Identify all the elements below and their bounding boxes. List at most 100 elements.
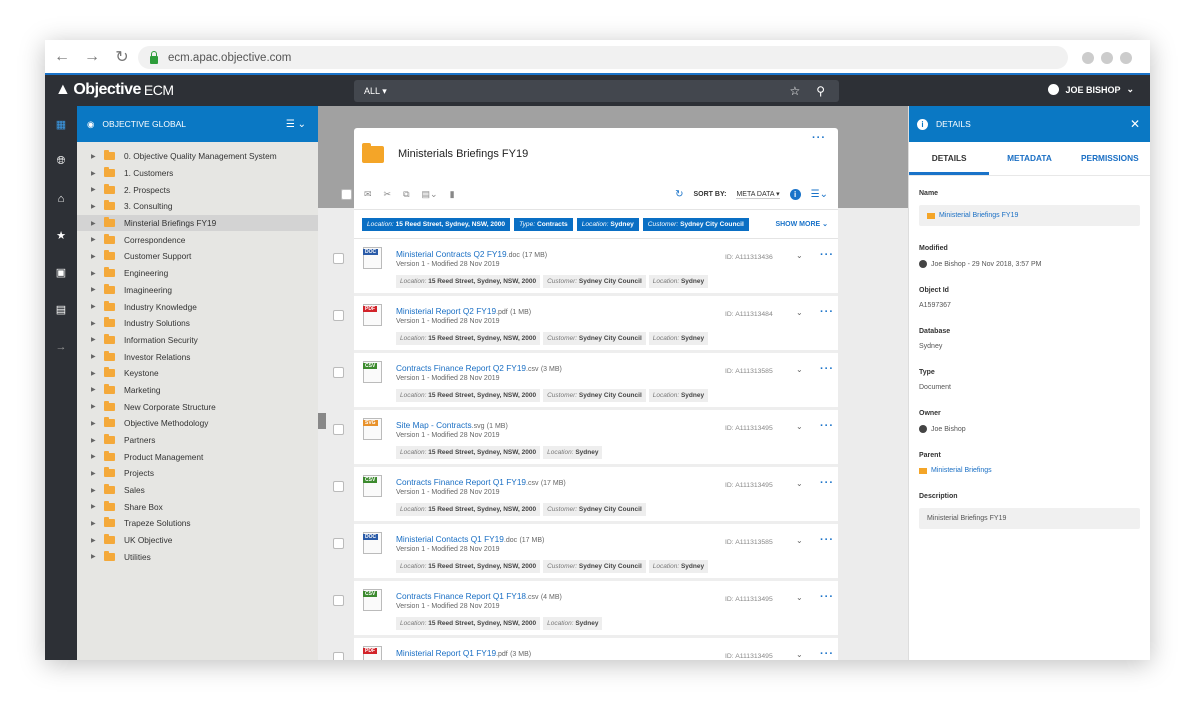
expand-arrow-icon[interactable]: ▶ <box>91 386 104 393</box>
metadata-chip[interactable]: Location: Sydney <box>543 617 603 630</box>
row-checkbox[interactable] <box>333 652 344 660</box>
copy-icon[interactable]: ⧉ <box>403 189 409 200</box>
file-name-link[interactable]: Contracts Finance Report Q2 FY19.csv (3 … <box>396 363 562 373</box>
search-doc-icon[interactable]: ▤ <box>45 291 77 328</box>
more-icon[interactable]: ··· <box>820 648 834 660</box>
tree-item[interactable]: ▶ Trapeze Solutions <box>77 515 318 532</box>
logo[interactable]: ▲ Objective ECM <box>55 81 174 99</box>
expand-arrow-icon[interactable]: ▶ <box>91 537 104 544</box>
expand-arrow-icon[interactable]: ▶ <box>91 303 104 310</box>
filter-chip[interactable]: Type: Contracts <box>514 217 573 231</box>
paste-icon[interactable]: ▤⌄ <box>422 189 438 200</box>
forward-icon[interactable]: → <box>79 48 105 66</box>
tree-item[interactable]: ▶ Sales <box>77 482 318 499</box>
tree-item[interactable]: ▶ Industry Solutions <box>77 315 318 332</box>
delete-icon[interactable]: ▮ <box>450 189 455 200</box>
file-name-link[interactable]: Site Map - Contracts.svg (1 MB) <box>396 420 508 430</box>
tree-item[interactable]: ▶ Investor Relations <box>77 348 318 365</box>
file-row[interactable]: DOC Ministerial Contacts Q1 FY19.doc (17 … <box>333 524 838 581</box>
tree-item[interactable]: ▶ Minsterial Briefings FY19 <box>77 214 318 232</box>
more-icon[interactable]: ··· <box>820 477 834 489</box>
metadata-chip[interactable]: Location: 15 Reed Street, Sydney, NSW, 2… <box>396 503 541 516</box>
email-icon[interactable]: ✉ <box>364 189 372 200</box>
metadata-chip[interactable]: Location: 15 Reed Street, Sydney, NSW, 2… <box>396 446 541 459</box>
tree-item[interactable]: ▶ Objective Methodology <box>77 415 318 432</box>
row-checkbox[interactable] <box>333 424 344 435</box>
filter-chip[interactable]: Customer: Sydney City Council <box>642 217 749 231</box>
star-icon[interactable]: ★ <box>45 217 77 254</box>
globe-icon[interactable]: 🌐︎ <box>45 143 77 180</box>
search-scope-dropdown[interactable]: ALL ▾ <box>364 86 387 97</box>
expand-arrow-icon[interactable]: ▶ <box>91 270 104 277</box>
close-icon[interactable]: ✕ <box>1130 117 1140 131</box>
tree-item[interactable]: ▶ New Corporate Structure <box>77 398 318 415</box>
tree-item[interactable]: ▶ Share Box <box>77 498 318 515</box>
tab-metadata[interactable]: METADATA <box>989 142 1069 175</box>
file-name-link[interactable]: Ministerial Contracts Q2 FY19.doc (17 MB… <box>396 249 547 259</box>
row-checkbox[interactable] <box>333 367 344 378</box>
metadata-chip[interactable]: Customer: Sydney City Council <box>543 389 646 402</box>
metadata-chip[interactable]: Location: Sydney <box>648 560 709 573</box>
more-icon[interactable]: ··· <box>820 249 834 261</box>
expand-arrow-icon[interactable]: ▶ <box>91 236 104 243</box>
more-icon[interactable]: ··· <box>820 591 834 603</box>
file-row[interactable]: SVG Site Map - Contracts.svg (1 MB) Versio… <box>333 410 838 467</box>
tree-item[interactable]: ▶ Correspondence <box>77 231 318 248</box>
file-row[interactable]: CSV Contracts Finance Report Q1 FY19.csv … <box>333 467 838 524</box>
expand-arrow-icon[interactable]: ▶ <box>91 353 104 360</box>
show-more-button[interactable]: SHOW MORE ⌄ <box>775 220 828 228</box>
expand-arrow-icon[interactable]: ▶ <box>91 186 104 193</box>
back-icon[interactable]: ← <box>49 48 75 66</box>
filter-chip[interactable]: Location: 15 Reed Street, Sydney, NSW, 2… <box>362 217 511 231</box>
file-name-link[interactable]: Ministerial Contacts Q1 FY19.doc (17 MB) <box>396 534 544 544</box>
metadata-chip[interactable]: Location: 15 Reed Street, Sydney, NSW, 2… <box>396 389 541 402</box>
user-menu[interactable]: JOE BISHOP ⌄ <box>1048 84 1134 95</box>
expand-arrow-icon[interactable]: ▶ <box>91 253 104 260</box>
metadata-chip[interactable]: Location: Sydney <box>648 332 709 345</box>
expand-arrow-icon[interactable]: ▶ <box>91 370 104 377</box>
file-row[interactable]: DOC Ministerial Contracts Q2 FY19.doc (17… <box>333 239 838 296</box>
list-view-icon[interactable]: ☰⌄ <box>811 189 828 200</box>
metadata-chip[interactable]: Location: Sydney <box>648 389 709 402</box>
info-icon[interactable]: i <box>789 189 801 200</box>
metadata-chip[interactable]: Customer: Sydney City Council <box>543 332 646 345</box>
expand-arrow-icon[interactable]: ▶ <box>91 153 104 160</box>
more-icon[interactable]: ··· <box>812 132 826 144</box>
tree-item[interactable]: ▶ Utilities <box>77 549 318 566</box>
tree-item[interactable]: ▶ Partners <box>77 432 318 449</box>
expand-arrow-icon[interactable]: ▶ <box>91 203 104 210</box>
file-name-link[interactable]: Contracts Finance Report Q1 FY18.csv (4 … <box>396 591 562 601</box>
metadata-chip[interactable]: Location: 15 Reed Street, Sydney, NSW, 2… <box>396 275 541 288</box>
window-dot[interactable] <box>1101 52 1113 64</box>
field-value-text[interactable]: Ministerial Briefings FY19 <box>939 212 1018 219</box>
search-bar[interactable]: ALL ▾ ☆ ⚲ <box>354 80 839 102</box>
metadata-chip[interactable]: Customer: Sydney City Council <box>543 560 646 573</box>
expand-arrow-icon[interactable]: ▶ <box>91 320 104 327</box>
expand-arrow-icon[interactable]: ▶ <box>91 403 104 410</box>
expand-arrow-icon[interactable]: ▶ <box>91 420 104 427</box>
metadata-chip[interactable]: Location: Sydney <box>648 275 709 288</box>
metadata-chip[interactable]: Location: Sydney <box>543 446 603 459</box>
row-checkbox[interactable] <box>333 253 344 264</box>
more-icon[interactable]: ··· <box>820 534 834 546</box>
tree-item[interactable]: ▶ 2. Prospects <box>77 181 318 198</box>
refresh-icon[interactable]: ↻ <box>675 189 683 200</box>
file-row[interactable]: CSV Contracts Finance Report Q1 FY18.csv … <box>333 581 838 638</box>
field-value-text[interactable]: Ministerial Briefings <box>931 467 992 474</box>
expand-arrow-icon[interactable]: ▶ <box>91 487 104 494</box>
arrow-right-icon[interactable]: → <box>45 328 77 365</box>
tree-view-toggle[interactable]: ☰ ⌄ <box>286 119 306 130</box>
expand-arrow-icon[interactable]: ▶ <box>91 553 104 560</box>
window-dot[interactable] <box>1120 52 1132 64</box>
inbox-icon[interactable]: ▣ <box>45 254 77 291</box>
home-icon[interactable]: ⌂ <box>45 180 77 217</box>
metadata-chip[interactable]: Customer: Sydney City Council <box>543 503 646 516</box>
tree-item[interactable]: ▶ 0. Objective Quality Management System <box>77 148 318 165</box>
expand-arrow-icon[interactable]: ▶ <box>91 453 104 460</box>
tab-details[interactable]: DETAILS <box>909 142 990 175</box>
tree-item[interactable]: ▶ Imagineering <box>77 282 318 299</box>
expand-arrow-icon[interactable]: ▶ <box>91 286 104 293</box>
chevron-down-icon[interactable]: ⌄ <box>796 308 803 317</box>
more-icon[interactable]: ··· <box>820 420 834 432</box>
resize-handle[interactable] <box>318 413 326 429</box>
